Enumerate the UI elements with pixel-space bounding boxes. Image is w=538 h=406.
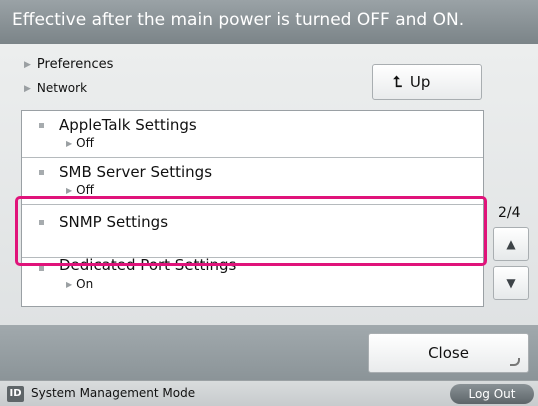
breadcrumb-network: ▶ Network <box>24 81 88 95</box>
info-banner: Effective after the main power is turned… <box>0 0 538 44</box>
settings-list: AppleTalk Settings ▶ Off SMB Server Setti… <box>21 110 484 307</box>
list-item-appletalk[interactable]: AppleTalk Settings ▶ Off <box>22 111 483 158</box>
list-item-dedicated-port[interactable]: Dedicated Port Settings ▶ On <box>22 256 483 306</box>
list-item-smb-server[interactable]: SMB Server Settings ▶ Off <box>22 158 483 205</box>
triangle-right-icon: ▶ <box>24 60 31 70</box>
info-message: Effective after the main power is turned… <box>12 10 465 30</box>
settings-panel: ▶ Preferences ▶ Network ⮤ Up AppleTalk Sett… <box>0 44 538 325</box>
list-item-label: Dedicated Port Settings <box>59 256 237 274</box>
breadcrumb-preferences: ▶ Preferences <box>24 57 114 72</box>
bullet-icon <box>39 266 44 271</box>
list-item-value: ▶ Off <box>66 183 94 197</box>
return-corner-icon <box>510 358 520 366</box>
triangle-down-icon: ▼ <box>506 276 516 290</box>
log-out-button[interactable]: Log Out <box>450 384 534 404</box>
list-item-value: ▶ Off <box>66 136 94 150</box>
list-item-value: ▶ On <box>66 277 94 291</box>
mode-label: System Management Mode <box>31 386 196 400</box>
footer-bar: Close <box>0 325 538 380</box>
up-arrow-icon: ⮤ <box>393 73 402 91</box>
id-icon: ID <box>7 386 24 402</box>
status-bar: ID System Management Mode Log Out <box>0 380 538 406</box>
scroll-down-button[interactable]: ▼ <box>493 266 529 300</box>
triangle-right-icon: ▶ <box>24 84 31 94</box>
bullet-icon <box>39 220 44 225</box>
bullet-icon <box>39 170 44 175</box>
triangle-up-icon: ▲ <box>506 237 516 251</box>
scroll-up-button[interactable]: ▲ <box>493 227 529 261</box>
page-indicator: 2/4 <box>498 205 521 221</box>
close-button[interactable]: Close <box>368 333 529 373</box>
list-item-label: SNMP Settings <box>59 213 169 231</box>
list-item-label: AppleTalk Settings <box>59 116 197 134</box>
list-item-snmp[interactable]: SNMP Settings <box>22 205 483 258</box>
up-button[interactable]: ⮤ Up <box>372 64 482 100</box>
list-item-label: SMB Server Settings <box>59 163 213 181</box>
bullet-icon <box>39 123 44 128</box>
